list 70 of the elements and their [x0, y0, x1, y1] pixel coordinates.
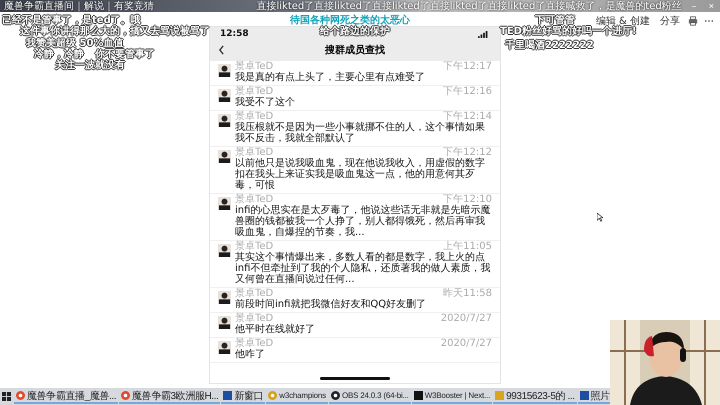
sender-name: 景卓TeD [235, 242, 274, 252]
message-time: 2020/7/27 [440, 339, 492, 349]
window-title: 魔兽争霸直播间｜解说｜有奖竞猜 [4, 0, 154, 13]
taskbar-button[interactable]: 新窗口 [221, 389, 266, 404]
home-indicator [320, 377, 390, 380]
bullet-comment: 待国各种网死之类的太恶心 [290, 13, 410, 26]
back-icon[interactable] [218, 45, 225, 55]
taskbar-button[interactable]: 99315623-5的 ... [493, 389, 577, 404]
bullet-comment: 千里喝酒2222222 [505, 38, 594, 52]
app-icon [223, 391, 232, 400]
avatar-icon [218, 114, 231, 127]
sender-name: 景卓TeD [235, 148, 274, 158]
windows-icon[interactable] [2, 392, 11, 401]
message-time: 上午11:05 [443, 242, 492, 252]
bullet-comment: 冷静，冷静 [34, 48, 84, 60]
avatar-icon [218, 89, 231, 102]
toolbar-button[interactable]: 分享 [658, 14, 682, 28]
sender-name: 景卓TeD [235, 339, 274, 349]
screen-title: 搜群成员查找 [324, 44, 386, 57]
app-icon [268, 391, 278, 400]
message-time: 下午12:10 [443, 195, 492, 205]
app-icon [121, 391, 130, 400]
app-icon [580, 391, 589, 400]
bullet-comment: 给个路边的保护 [320, 24, 390, 38]
message-text: 其实这个事情爆出来，多数人看的都是数字，我上火的点infi不但牵扯到了我的个人隐私，还质著我的做人素质，我又何曾在直播间说过任何... [235, 252, 492, 285]
app-icon [330, 391, 340, 400]
sender-name: 景卓TeD [235, 289, 274, 299]
avatar-icon [218, 197, 231, 210]
bullet-comment: TED粉丝好骂的好吗一个进厅! [500, 24, 637, 38]
message-text: 他平时在线就好了 [235, 324, 316, 335]
sender-name: 景卓TeD [235, 62, 274, 72]
message-time: 昨天11:58 [443, 289, 492, 299]
message-text: infi的心思实在是太歹毒了，他说这些话无非就是先暗示魔兽圈的钱都被我一个人挣了，别人都得饿死，然后再审我吸血鬼，自爆捏的节奏，我... [235, 205, 492, 238]
message-time: 下午12:14 [443, 112, 492, 122]
avatar-icon [218, 150, 231, 163]
app-icon [16, 391, 25, 400]
sender-name: 景卓TeD [235, 87, 274, 97]
taskbar-button[interactable]: 魔兽争霸直播_魔兽... [14, 389, 118, 404]
status-time: 12:58 [220, 29, 249, 39]
message-time: 下午12:16 [443, 87, 492, 97]
scrolling-comment: 直接likted了直接likted了直接likted了直接likted了直接likted了直接喊救了，是魔兽的ted粉丝 [255, 0, 682, 13]
sender-name: 景卓TeD [235, 314, 274, 324]
message-time: 下午12:12 [443, 148, 492, 158]
bullet-comment: 这件事你讲得那么大的，搞又去骂说被骂了 [20, 24, 210, 37]
avatar-icon [218, 316, 231, 329]
message-text: 以前他只是说我吸血鬼，现在他说我收入，用虚假的数字扣在我头上来证实我是吸血鬼这一点，他的用意何其歹毒，可恨 [235, 158, 486, 191]
bullet-comment: 下可管管 [535, 13, 575, 26]
message-text: 我压根就不是因为一些小事就挪不住的人，这个事情如果我不反击，我就全部默认了 [235, 122, 486, 144]
taskbar-button[interactable]: OBS 24.0.3 (64-bi... [328, 389, 411, 404]
app-icon [495, 391, 504, 400]
taskbar-button[interactable]: 魔兽争霸3欧洲服H... [119, 389, 220, 404]
sender-name: 景卓TeD [235, 195, 274, 205]
avatar-icon [218, 64, 231, 77]
message-time: 2020/7/27 [440, 314, 492, 324]
avatar-icon [218, 341, 231, 354]
message-text: 他咋了 [235, 349, 266, 360]
signal-icon [478, 30, 490, 38]
message-time: 下午12:17 [443, 62, 492, 72]
bullet-comment: 关注一波就没有 [55, 58, 125, 72]
taskbar-button[interactable]: W3Booster | Next... [412, 389, 492, 404]
message-text: 前段时间infi就把我微信好友和QQ好友删了 [235, 299, 428, 310]
cursor-icon [597, 213, 603, 222]
taskbar-button[interactable]: w3champions [266, 389, 328, 404]
avatar-icon [218, 244, 231, 257]
message-text: 我受不了这个 [235, 97, 296, 108]
printer-icon[interactable] [688, 16, 698, 26]
avatar-icon [218, 291, 231, 304]
message-text: 我是真的有点上头了，主要心里有点难受了 [235, 72, 426, 83]
sender-name: 景卓TeD [235, 112, 274, 122]
app-icon [414, 391, 423, 400]
